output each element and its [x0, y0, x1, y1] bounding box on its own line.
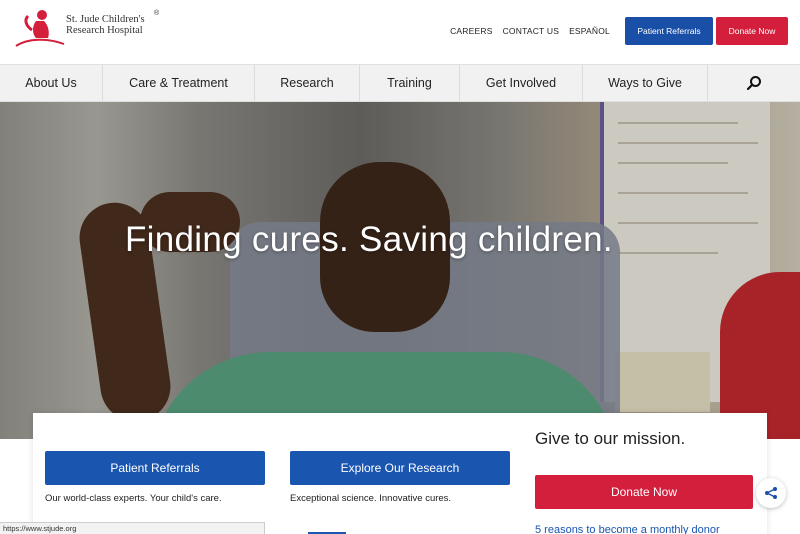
nav-ways-to-give[interactable]: Ways to Give [583, 65, 708, 101]
donate-now-button[interactable]: Donate Now [535, 475, 753, 509]
careers-link[interactable]: CAREERS [450, 26, 493, 36]
main-nav: About Us Care & Treatment Research Train… [0, 64, 800, 102]
logo-text: St. Jude Children's Research Hospital [66, 14, 145, 36]
explore-research-caption: Exceptional science. Innovative cures. [290, 493, 452, 504]
nav-research[interactable]: Research [255, 65, 360, 101]
nav-training[interactable]: Training [360, 65, 460, 101]
logo-child-icon [15, 10, 65, 47]
nav-about-us[interactable]: About Us [0, 65, 103, 101]
utility-links: CAREERS CONTACT US ESPAÑOL [450, 26, 610, 36]
hero-overlay [0, 102, 800, 439]
st-jude-logo[interactable]: St. Jude Children's Research Hospital ® [14, 8, 159, 48]
share-button[interactable] [756, 478, 786, 508]
monthly-donor-link[interactable]: 5 reasons to become a monthly donor [535, 524, 720, 534]
search-icon [746, 76, 761, 91]
share-icon [765, 487, 777, 499]
logo-registered-mark: ® [154, 10, 160, 17]
patient-referrals-button[interactable]: Patient Referrals [45, 451, 265, 485]
hero-banner: Finding cures. Saving children. [0, 102, 800, 439]
nav-search-button[interactable] [708, 65, 800, 101]
nav-care-treatment[interactable]: Care & Treatment [103, 65, 255, 101]
hero-title: Finding cures. Saving children. [125, 220, 613, 259]
espanol-link[interactable]: ESPAÑOL [569, 26, 610, 36]
header-patient-referrals-button[interactable]: Patient Referrals [625, 17, 713, 45]
header-donate-button[interactable]: Donate Now [716, 17, 788, 45]
action-card: Patient Referrals Our world-class expert… [33, 413, 767, 534]
nav-get-involved[interactable]: Get Involved [460, 65, 583, 101]
contact-us-link[interactable]: CONTACT US [503, 26, 559, 36]
browser-status-bar: https://www.stjude.org [0, 522, 265, 534]
patient-referrals-caption: Our world-class experts. Your child's ca… [45, 493, 222, 504]
site-header: St. Jude Children's Research Hospital ® … [0, 0, 800, 64]
explore-research-button[interactable]: Explore Our Research [290, 451, 510, 485]
give-title: Give to our mission. [535, 429, 686, 448]
